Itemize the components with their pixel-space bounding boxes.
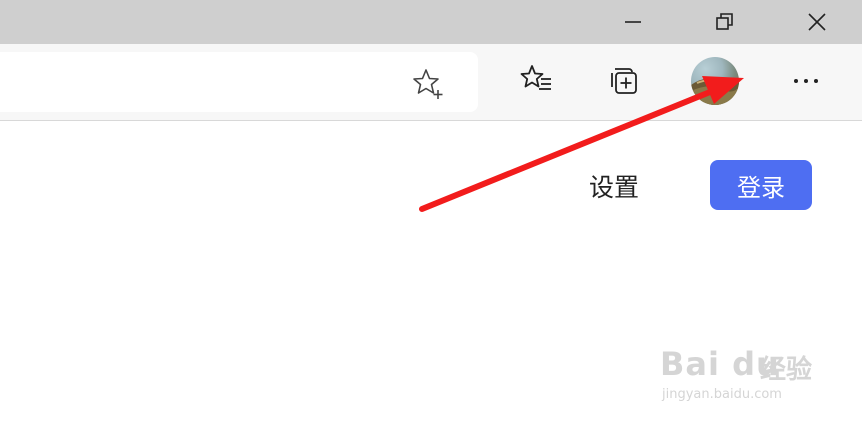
baidu-watermark: Bai du 经验 jingyan.baidu.com	[660, 345, 820, 415]
title-bar	[0, 0, 862, 44]
watermark-url: jingyan.baidu.com	[662, 387, 782, 402]
avatar-landscape-icon	[691, 78, 739, 105]
collections-button[interactable]	[604, 60, 644, 100]
more-options-button[interactable]	[786, 60, 826, 100]
restore-button[interactable]	[700, 0, 750, 44]
add-favorite-button[interactable]	[410, 66, 446, 102]
more-dots-icon	[794, 79, 818, 83]
favorites-list-icon	[520, 65, 551, 90]
login-button[interactable]: 登录	[710, 160, 812, 210]
add-favorite-star-icon	[413, 69, 443, 99]
close-icon	[808, 13, 826, 31]
collections-icon	[611, 68, 637, 94]
browser-toolbar	[0, 44, 862, 121]
profile-avatar[interactable]	[691, 57, 739, 105]
minimize-button[interactable]	[608, 0, 658, 44]
minimize-icon	[625, 21, 641, 23]
settings-link[interactable]: 设置	[589, 168, 639, 204]
watermark-suffix: 经验	[760, 355, 813, 385]
address-bar[interactable]	[0, 52, 478, 112]
close-button[interactable]	[792, 0, 842, 44]
favorites-button[interactable]	[516, 60, 556, 100]
restore-icon	[716, 13, 733, 30]
